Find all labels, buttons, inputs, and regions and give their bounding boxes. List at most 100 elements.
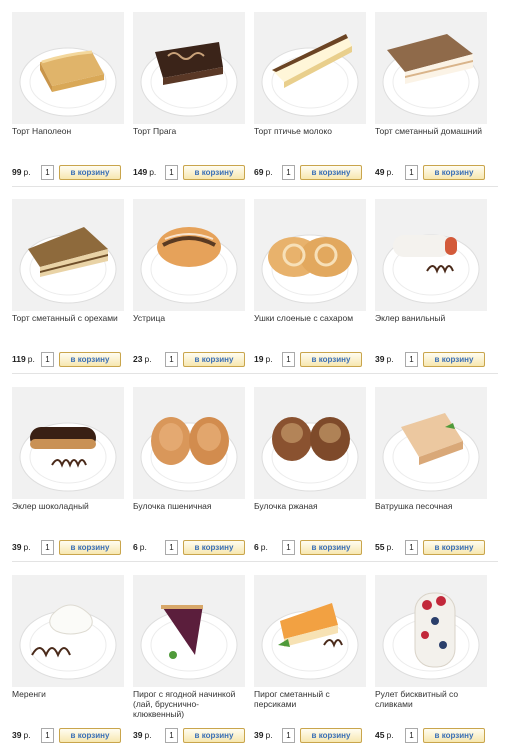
add-to-cart-button[interactable]: в корзину [300, 352, 362, 367]
product-name[interactable]: Рулет бисквитный со сливками [375, 689, 489, 709]
quantity-input[interactable] [405, 165, 418, 180]
product-name[interactable]: Эклер шоколадный [12, 501, 126, 511]
product-name[interactable]: Ушки слоеные с сахаром [254, 313, 368, 323]
quantity-input[interactable] [165, 540, 178, 555]
product-price: 39 р. [133, 730, 152, 740]
product-name[interactable]: Торт Наполеон [12, 126, 126, 136]
buy-row: 69р. в корзину [254, 164, 374, 180]
sour-cream-cake-photo[interactable] [375, 12, 487, 124]
add-to-cart-button[interactable]: в корзину [59, 352, 121, 367]
product-name[interactable]: Ватрушка песочная [375, 501, 489, 511]
price-value: 149 [133, 167, 148, 177]
price-currency: р. [144, 354, 152, 364]
quantity-input[interactable] [282, 165, 295, 180]
add-to-cart-button[interactable]: в корзину [423, 352, 485, 367]
price-value: 39 [375, 354, 385, 364]
product-name[interactable]: Торт птичье молоко [254, 126, 368, 136]
buy-row: 49р. в корзину [375, 164, 495, 180]
add-to-cart-button[interactable]: в корзину [300, 165, 362, 180]
vanilla-eclair-photo[interactable] [375, 199, 487, 311]
peach-pie-photo[interactable] [254, 575, 366, 687]
add-to-cart-button[interactable]: в корзину [423, 540, 485, 555]
quantity-input[interactable] [41, 540, 54, 555]
buy-row: 19р. в корзину [254, 351, 374, 367]
product-name[interactable]: Торт сметанный с орехами [12, 313, 126, 323]
price-value: 119 [12, 354, 26, 364]
add-to-cart-button[interactable]: в корзину [423, 165, 485, 180]
buy-row: 6р. в корзину [133, 539, 253, 555]
price-currency: р. [386, 542, 394, 552]
price-value: 69 [254, 167, 264, 177]
quantity-input[interactable] [41, 728, 54, 743]
quantity-input[interactable] [165, 165, 178, 180]
product-name[interactable]: Пирог с ягодной начинкой (лай, бруснично… [133, 689, 247, 719]
quantity-input[interactable] [405, 352, 418, 367]
product-price: 6 р. [133, 542, 147, 552]
price-value: 23 [133, 354, 143, 364]
product-name[interactable]: Булочка ржаная [254, 501, 368, 511]
buy-row: 55р. в корзину [375, 539, 495, 555]
product-name[interactable]: Торт сметанный домашний [375, 126, 489, 136]
price-currency: р. [386, 354, 394, 364]
oyster-pastry-photo[interactable] [133, 199, 245, 311]
add-to-cart-button[interactable]: в корзину [183, 165, 245, 180]
product-price: 149 р. [133, 167, 156, 177]
product-price: 39 р. [375, 354, 394, 364]
quantity-input[interactable] [282, 352, 295, 367]
quantity-input[interactable] [282, 728, 295, 743]
quantity-input[interactable] [282, 540, 295, 555]
product-price: 49 р. [375, 167, 394, 177]
product-name[interactable]: Меренги [12, 689, 126, 699]
napoleon-cake-photo[interactable] [12, 12, 124, 124]
price-currency: р. [144, 730, 152, 740]
add-to-cart-button[interactable]: в корзину [183, 728, 245, 743]
product-price: 39 р. [254, 730, 273, 740]
meringue-photo[interactable] [12, 575, 124, 687]
price-currency: р. [386, 167, 394, 177]
wheat-bun-photo[interactable] [133, 387, 245, 499]
quantity-input[interactable] [405, 540, 418, 555]
product-name[interactable]: Устрица [133, 313, 247, 323]
chocolate-eclair-photo[interactable] [12, 387, 124, 499]
puff-ears-photo[interactable] [254, 199, 366, 311]
price-value: 19 [254, 354, 264, 364]
add-to-cart-button[interactable]: в корзину [59, 728, 121, 743]
quantity-input[interactable] [165, 728, 178, 743]
cream-roll-photo[interactable] [375, 575, 487, 687]
vatrushka-photo[interactable] [375, 387, 487, 499]
price-value: 39 [12, 542, 22, 552]
quantity-input[interactable] [405, 728, 418, 743]
product-name[interactable]: Торт Прага [133, 126, 247, 136]
product-name[interactable]: Пирог сметанный с персиками [254, 689, 368, 709]
nut-cake-photo[interactable] [12, 199, 124, 311]
quantity-input[interactable] [41, 352, 54, 367]
buy-row: 39р. в корзину [12, 539, 132, 555]
rye-bun-photo[interactable] [254, 387, 366, 499]
buy-row: 39р. в корзину [12, 727, 132, 743]
add-to-cart-button[interactable]: в корзину [59, 165, 121, 180]
buy-row: 149р. в корзину [133, 164, 253, 180]
price-currency: р. [265, 167, 273, 177]
add-to-cart-button[interactable]: в корзину [183, 540, 245, 555]
add-to-cart-button[interactable]: в корзину [300, 540, 362, 555]
add-to-cart-button[interactable]: в корзину [183, 352, 245, 367]
price-value: 39 [254, 730, 264, 740]
quantity-input[interactable] [41, 165, 54, 180]
add-to-cart-button[interactable]: в корзину [59, 540, 121, 555]
row-divider [12, 373, 498, 374]
add-to-cart-button[interactable]: в корзину [423, 728, 485, 743]
quantity-input[interactable] [165, 352, 178, 367]
bird-milk-cake-photo[interactable] [254, 12, 366, 124]
price-currency: р. [386, 730, 394, 740]
praga-cake-photo[interactable] [133, 12, 245, 124]
buy-row: 39р. в корзину [133, 727, 253, 743]
price-currency: р. [260, 542, 268, 552]
product-price: 23 р. [133, 354, 152, 364]
row-divider [12, 561, 498, 562]
product-name[interactable]: Эклер ванильный [375, 313, 489, 323]
product-price: 45 р. [375, 730, 394, 740]
add-to-cart-button[interactable]: в корзину [300, 728, 362, 743]
product-name[interactable]: Булочка пшеничная [133, 501, 247, 511]
berry-pie-photo[interactable] [133, 575, 245, 687]
price-currency: р. [27, 354, 35, 364]
